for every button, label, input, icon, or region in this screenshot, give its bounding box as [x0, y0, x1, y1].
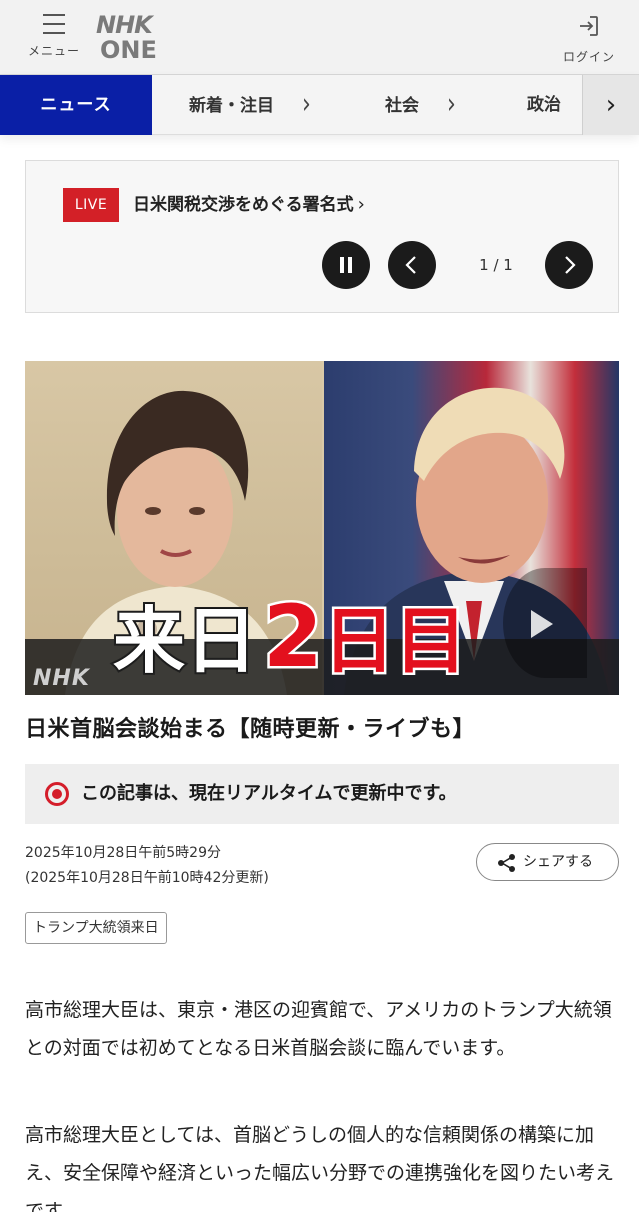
- tab-society[interactable]: 社会 ›: [385, 75, 456, 135]
- nav-scroll-right-button[interactable]: ›: [582, 75, 639, 135]
- tab-news[interactable]: ニュース: [0, 75, 152, 135]
- tab-latest[interactable]: 新着・注目 ›: [189, 75, 311, 135]
- article-paragraph: 高市総理大臣は、東京・港区の迎賓館で、アメリカのトランプ大統領との対面では初めて…: [25, 999, 612, 1059]
- slide-counter: 1 / 1: [479, 256, 513, 274]
- previous-button[interactable]: [388, 241, 436, 289]
- chevron-left-icon: [405, 256, 416, 274]
- chevron-right-icon: ›: [605, 90, 617, 120]
- article-video-thumbnail[interactable]: NHK 来日2日目: [25, 361, 619, 695]
- nhk-watermark: NHK: [33, 666, 90, 691]
- share-icon: [498, 854, 515, 872]
- share-button[interactable]: シェアする: [476, 843, 619, 881]
- chevron-right-icon: ›: [357, 194, 365, 215]
- notice-text: この記事は、現在リアルタイムで更新中です。: [81, 783, 457, 804]
- play-icon[interactable]: [503, 568, 587, 678]
- category-nav: ニュース 新着・注目 › 社会 › 政治 ›: [0, 75, 639, 135]
- chevron-right-icon: ›: [447, 88, 456, 121]
- login-label: ログイン: [562, 50, 615, 64]
- hamburger-icon: [43, 14, 65, 34]
- article-headline: 日米首脳会談始まる【随時更新・ライブも】: [25, 717, 476, 742]
- article-paragraph: 高市総理大臣としては、首脳どうしの個人的な信頼関係の構築に加え、安全保障や経済と…: [25, 1124, 615, 1212]
- tab-politics[interactable]: 政治: [527, 75, 561, 135]
- pause-button[interactable]: [322, 241, 370, 289]
- site-header: メニュー NHK ONE ログイン: [0, 0, 639, 75]
- login-button[interactable]: ログイン: [559, 12, 619, 68]
- live-record-icon: [45, 782, 69, 806]
- published-date: 2025年10月28日午前5時29分: [25, 845, 221, 861]
- next-button[interactable]: [545, 241, 593, 289]
- live-carousel: LIVE 日米関税交渉をめぐる署名式 › 1 / 1: [25, 160, 619, 313]
- live-link[interactable]: 日米関税交渉をめぐる署名式 ›: [133, 187, 365, 223]
- menu-button[interactable]: メニュー: [24, 10, 84, 66]
- chevron-right-icon: ›: [302, 88, 311, 121]
- menu-label: メニュー: [27, 44, 80, 58]
- nhk-one-logo[interactable]: NHK ONE: [96, 12, 170, 64]
- share-label: シェアする: [523, 854, 593, 870]
- topic-tag[interactable]: トランプ大統領来日: [25, 912, 167, 944]
- hero-caption: 来日2日目: [111, 585, 469, 690]
- live-badge: LIVE: [63, 188, 119, 222]
- chevron-right-icon: [565, 256, 576, 274]
- pause-icon: [339, 257, 353, 273]
- realtime-notice: この記事は、現在リアルタイムで更新中です。: [25, 764, 619, 824]
- updated-date: (2025年10月28日午前10時42分更新): [25, 870, 269, 886]
- login-icon: [580, 16, 598, 36]
